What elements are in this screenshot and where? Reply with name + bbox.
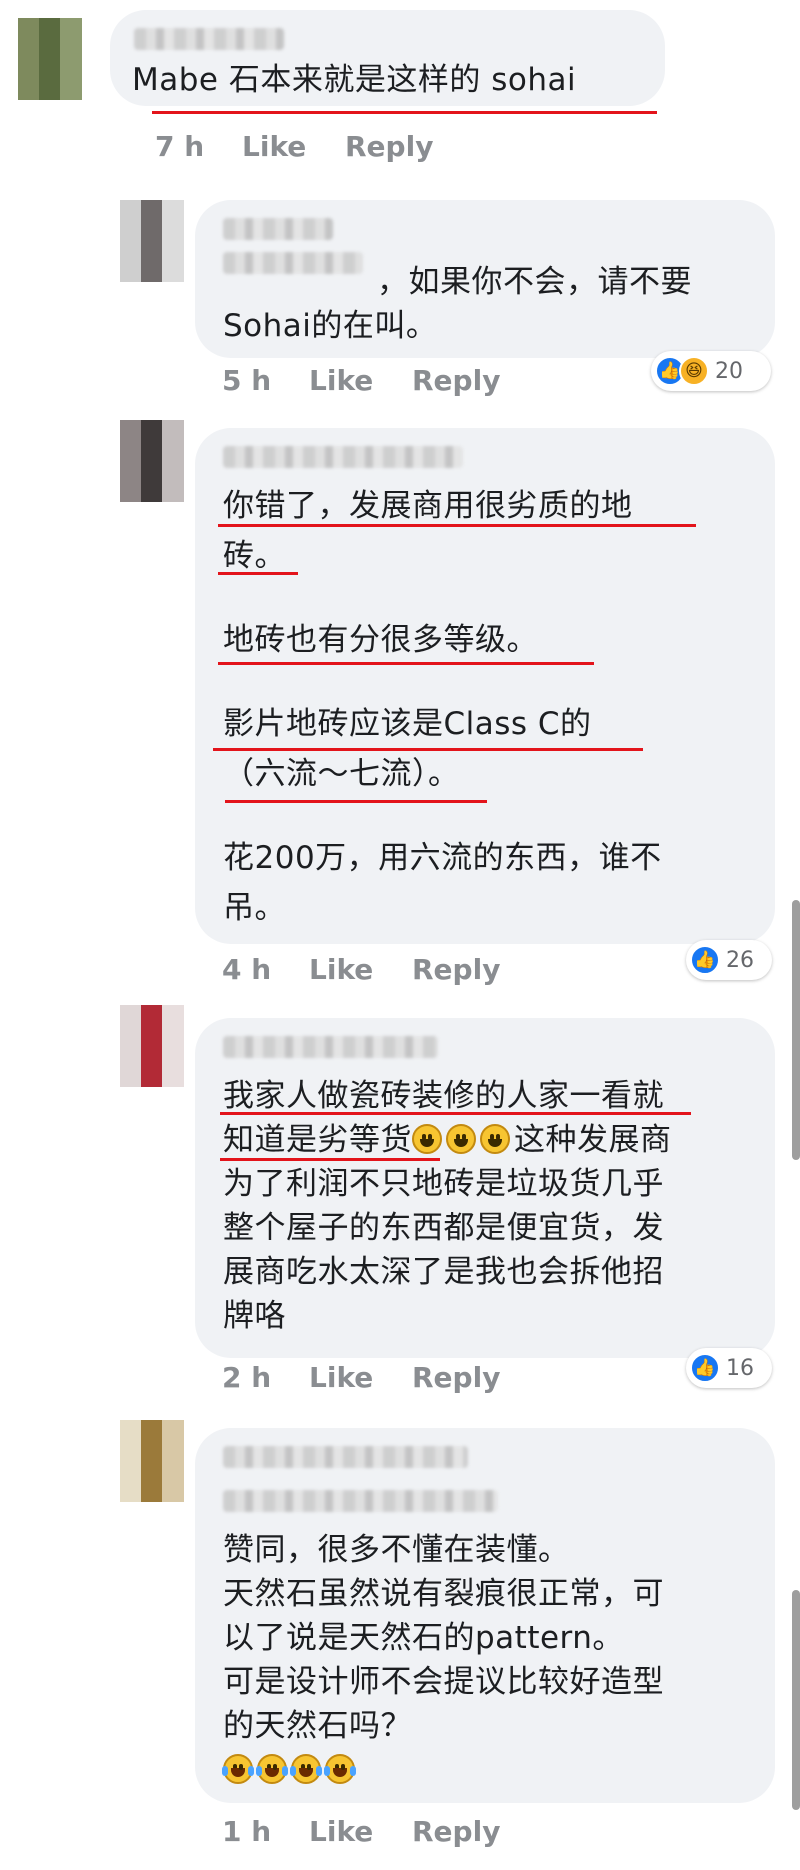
comment-bubble: Mabe 石本来就是这样的 sohai (110, 10, 665, 106)
scrollbar-thumb[interactable] (792, 900, 800, 1160)
comment-text-line: 为了利润不只地砖是垃圾货几乎 (223, 1166, 664, 1202)
comment-text-line: 地砖也有分很多等级。 (223, 622, 538, 658)
comment-text-line: Mabe 石本来就是这样的 sohai (132, 62, 577, 98)
comment-bubble: 我家人做瓷砖装修的人家一看就 知道是劣等货 这种发展商 为了利润不只地砖是垃圾货几… (195, 1018, 775, 1358)
timestamp: 4 h (222, 953, 272, 986)
timestamp: 1 h (222, 1815, 272, 1848)
timestamp: 5 h (222, 364, 272, 397)
comment-text-line: 影片地砖应该是Class C的 (223, 706, 592, 742)
tears-of-joy-icon (324, 1754, 356, 1784)
comment-text-line: 赞同，很多不懂在装懂。 (223, 1532, 570, 1568)
comment-text-line: 天然石虽然说有裂痕很正常，可 (223, 1576, 664, 1612)
reply-button[interactable]: Reply (412, 1361, 500, 1394)
comment-text-line: 可是设计师不会提议比较好造型 (223, 1664, 664, 1700)
red-underline (218, 524, 696, 527)
comment-bubble: 你错了，发展商用很劣质的地 砖。 地砖也有分很多等级。 影片地砖应该是Class… (195, 428, 775, 944)
like-button[interactable]: Like (309, 364, 373, 397)
comment-bubble: ，如果你不会，请不要 Sohai的在叫。 (195, 200, 775, 358)
reply-button[interactable]: Reply (345, 130, 433, 163)
like-button[interactable]: Like (309, 1815, 373, 1848)
like-button[interactable]: Like (309, 1361, 373, 1394)
like-button[interactable]: Like (309, 953, 373, 986)
avatar[interactable] (120, 1420, 184, 1502)
reply-button[interactable]: Reply (412, 1815, 500, 1848)
comment-bubble: 赞同，很多不懂在装懂。 天然石虽然说有裂痕很正常，可 以了说是天然石的patte… (195, 1428, 775, 1803)
comment-text-line: 以了说是天然石的pattern。 (223, 1620, 624, 1656)
reaction-summary[interactable]: 👍 😆 20 (651, 351, 771, 391)
grinning-face-icon (412, 1124, 442, 1154)
like-button[interactable]: Like (242, 130, 306, 163)
grinning-face-icon (446, 1124, 476, 1154)
tears-of-joy-icon (290, 1754, 322, 1784)
avatar[interactable] (18, 18, 82, 100)
avatar[interactable] (120, 200, 184, 282)
reaction-count: 16 (726, 1355, 754, 1381)
comment-text-line: 展商吃水太深了是我也会拆他招 (223, 1254, 664, 1290)
reply-button[interactable]: Reply (412, 953, 500, 986)
red-underline (225, 800, 487, 803)
emoji-line (222, 1750, 359, 1790)
comment-text-line: 知道是劣等货 这种发展商 (223, 1120, 672, 1160)
avatar[interactable] (120, 1005, 184, 1087)
reaction-summary[interactable]: 👍 26 (686, 940, 772, 980)
comment-meta: 4 h Like Reply (222, 953, 622, 987)
timestamp: 7 h (155, 130, 205, 163)
commenter-name-blurred[interactable] (134, 28, 284, 50)
red-underline (213, 748, 643, 751)
comment-text-line: 你错了，发展商用很劣质的地 (223, 488, 633, 524)
red-underline (218, 662, 594, 665)
like-icon: 👍 (690, 1353, 720, 1383)
commenter-name-blurred[interactable] (223, 1036, 438, 1058)
red-underline (218, 572, 298, 575)
red-underline (220, 1158, 440, 1161)
commenter-name-blurred[interactable] (223, 446, 463, 468)
comment-text-line: 牌咯 (223, 1298, 286, 1334)
reaction-count: 20 (715, 358, 743, 384)
comment-meta: 1 h Like Reply (222, 1815, 622, 1849)
like-icon: 👍 (690, 945, 720, 975)
commenter-name-blurred[interactable] (223, 1446, 468, 1468)
red-underline (220, 1112, 691, 1115)
comment-text-segment: 知道是劣等货 (223, 1122, 412, 1158)
comment-text-line: 的天然石吗？ (223, 1708, 412, 1744)
commenter-name-blurred-2 (223, 252, 363, 274)
red-underline (152, 111, 657, 114)
comment-text-line: 花200万，用六流的东西，谁不 (223, 840, 662, 876)
reaction-summary[interactable]: 👍 16 (686, 1348, 772, 1388)
haha-icon: 😆 (679, 356, 709, 386)
comment-text-line: 我家人做瓷砖装修的人家一看就 (223, 1078, 664, 1114)
grinning-face-icon (480, 1124, 510, 1154)
comment-1: Mabe 石本来就是这样的 sohai 7 h Like Reply (0, 0, 800, 163)
comment-text-line: 吊。 (223, 890, 286, 926)
comment-text-segment: 这种发展商 (514, 1122, 672, 1158)
comment-text-line: （六流～七流）。 (223, 756, 460, 792)
comment-text-line: ，如果你不会，请不要 (377, 264, 692, 300)
commenter-name-blurred[interactable] (223, 218, 333, 240)
avatar[interactable] (120, 420, 184, 502)
comment-meta: 2 h Like Reply (222, 1361, 622, 1395)
comment-meta: 7 h Like Reply (155, 130, 555, 164)
comment-meta: 5 h Like Reply (222, 364, 622, 398)
tears-of-joy-icon (256, 1754, 288, 1784)
scrollbar-thumb-lower[interactable] (792, 1590, 800, 1810)
tears-of-joy-icon (222, 1754, 254, 1784)
timestamp: 2 h (222, 1361, 272, 1394)
comment-text-line: 砖。 (223, 538, 286, 574)
comment-text-line: Sohai的在叫。 (223, 308, 438, 344)
reaction-count: 26 (726, 947, 754, 973)
comment-text-line: 整个屋子的东西都是便宜货，发 (223, 1210, 664, 1246)
reply-button[interactable]: Reply (412, 364, 500, 397)
commenter-name-blurred-2 (223, 1490, 498, 1512)
